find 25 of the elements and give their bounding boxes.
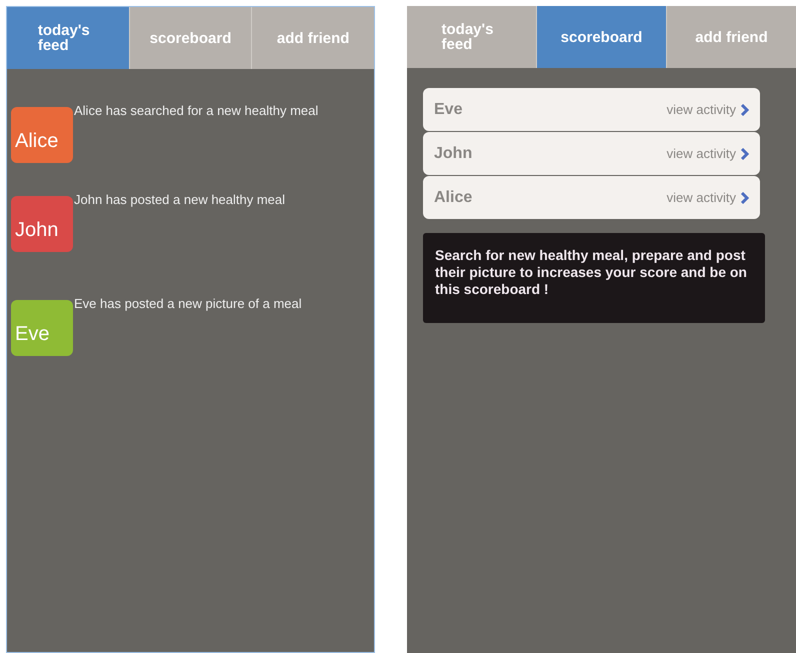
score-row[interactable]: John view activity	[423, 132, 760, 175]
tab[interactable]: add friend	[252, 7, 374, 69]
feed-text: Alice has searched for a new healthy meal	[74, 103, 318, 120]
chevron-icon	[740, 192, 749, 204]
feed-text: Eve has posted a new picture of a meal	[74, 296, 302, 313]
tab[interactable]: today's feed	[407, 6, 537, 68]
view-activity-link[interactable]: view activity	[666, 144, 736, 164]
info-text: Search for new healthy meal, prepare and post their picture to increases your score and be on this scoreboard !	[435, 247, 748, 298]
avatar-name: John	[15, 220, 58, 240]
avatar-name: Eve	[15, 324, 50, 344]
player-name: Eve	[434, 100, 462, 120]
tab[interactable]: scoreboard	[537, 6, 667, 68]
tab[interactable]: add friend	[667, 6, 796, 68]
score-row[interactable]: Eve view activity	[423, 88, 760, 131]
player-name: John	[434, 144, 472, 164]
chevron-icon	[740, 104, 749, 116]
tab[interactable]: today's feed	[7, 7, 130, 69]
view-activity-link[interactable]: view activity	[666, 100, 736, 120]
view-activity-link[interactable]: view activity	[666, 188, 736, 208]
tab[interactable]: scoreboard	[130, 7, 252, 69]
feed-text: John has posted a new healthy meal	[74, 192, 286, 209]
player-name: Alice	[434, 188, 472, 208]
avatar-name: Alice	[15, 131, 58, 151]
score-row[interactable]: Alice view activity	[423, 176, 760, 219]
chevron-icon	[740, 148, 749, 160]
